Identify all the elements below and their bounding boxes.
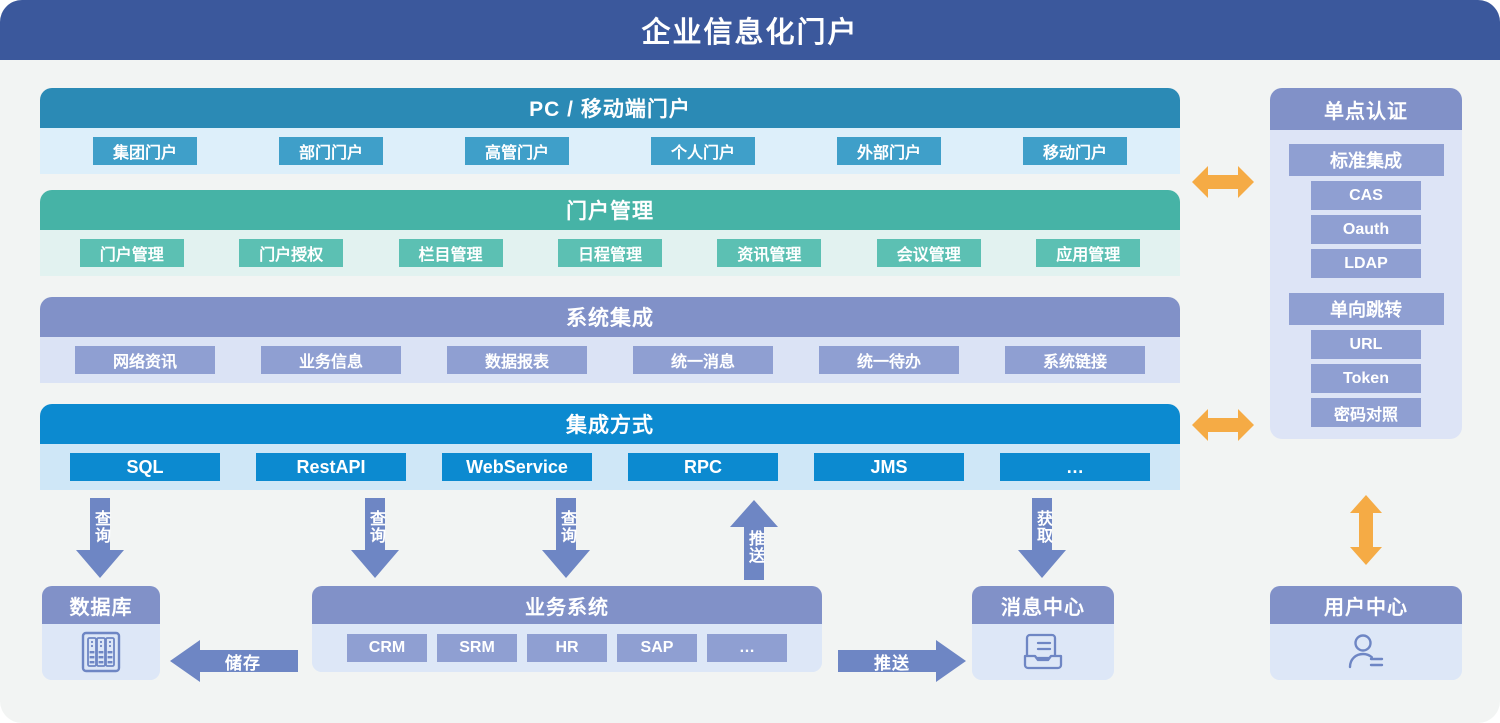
page-title: 企业信息化门户 — [641, 17, 859, 49]
sso-group-redirect[interactable]: 单向跳转 — [1288, 293, 1444, 325]
arrow-query-database-label-wrap: 查询 — [72, 498, 128, 578]
sso-panel-body: 标准集成 CAS Oauth LDAP 单向跳转 URL Token 密码对照 — [1270, 130, 1462, 439]
chip-integration-2[interactable]: WebService — [442, 453, 592, 481]
chip-business-more[interactable]: … — [707, 634, 787, 662]
chip-portal-1[interactable]: 部门门户 — [279, 137, 383, 165]
chip-manage-1[interactable]: 门户授权 — [239, 239, 344, 267]
sso-panel-title: 单点认证 — [1270, 88, 1462, 130]
arrow-query-business-1-label-wrap: 查询 — [347, 498, 403, 578]
entity-database-title: 数据库 — [42, 586, 160, 624]
arrow-query-business-1-label: 查询 — [367, 510, 384, 544]
entity-message-center-title: 消息中心 — [972, 586, 1114, 624]
arrow-push-right-label-wrap: 推送 — [838, 640, 966, 682]
arrow-fetch-message-label: 获取 — [1034, 510, 1051, 544]
layer-integration-method-title: 集成方式 — [40, 404, 1180, 444]
sso-item-oauth[interactable]: Oauth — [1311, 215, 1421, 244]
layer-integration-method-chips: SQL RestAPI WebService RPC JMS … — [40, 444, 1180, 490]
inbox-message-icon — [1021, 624, 1065, 680]
entity-user-center[interactable]: 用户中心 — [1270, 586, 1462, 680]
arrow-query-database-label: 查询 — [92, 510, 109, 544]
chip-integration-1[interactable]: RestAPI — [256, 453, 406, 481]
arrow-push-up-business-label-wrap: 推送 — [728, 500, 780, 580]
arrow-push-right-label: 推送 — [874, 653, 910, 673]
sso-panel: 单点认证 标准集成 CAS Oauth LDAP 单向跳转 URL Token … — [1270, 88, 1462, 439]
chip-manage-2[interactable]: 栏目管理 — [398, 239, 503, 267]
chip-manage-4[interactable]: 资讯管理 — [717, 239, 822, 267]
entity-user-center-body — [1270, 624, 1462, 680]
chip-portal-3[interactable]: 个人门户 — [651, 137, 755, 165]
chip-portal-4[interactable]: 外部门户 — [837, 137, 941, 165]
entity-business-system-title: 业务系统 — [312, 586, 822, 624]
database-rack-icon — [81, 624, 121, 680]
layer-portal-chips: 集团门户 部门门户 高管门户 个人门户 外部门户 移动门户 — [40, 128, 1180, 174]
chip-integration-0[interactable]: SQL — [70, 453, 220, 481]
bidirectional-arrow-icon-portal-sso — [1192, 166, 1254, 198]
entity-user-center-title: 用户中心 — [1270, 586, 1462, 624]
sso-item-cas[interactable]: CAS — [1311, 181, 1421, 210]
chip-portal-5[interactable]: 移动门户 — [1023, 137, 1127, 165]
arrow-push-up-business-label: 推送 — [746, 530, 763, 564]
layer-system-integration-chips: 网络资讯 业务信息 数据报表 统一消息 统一待办 系统链接 — [40, 337, 1180, 383]
chip-manage-0[interactable]: 门户管理 — [79, 239, 184, 267]
layer-system-integration: 系统集成 网络资讯 业务信息 数据报表 统一消息 统一待办 系统链接 — [40, 297, 1180, 383]
chip-portal-0[interactable]: 集团门户 — [93, 137, 197, 165]
chip-integration-3[interactable]: RPC — [628, 453, 778, 481]
user-profile-icon — [1345, 624, 1387, 680]
chip-integration-4[interactable]: JMS — [814, 453, 964, 481]
sso-item-token[interactable]: Token — [1311, 364, 1421, 393]
layer-system-integration-title: 系统集成 — [40, 297, 1180, 337]
chip-manage-3[interactable]: 日程管理 — [557, 239, 662, 267]
chip-sysint-0[interactable]: 网络资讯 — [75, 346, 215, 374]
arrow-store-label: 储存 — [225, 653, 261, 673]
chip-sysint-5[interactable]: 系统链接 — [1005, 346, 1145, 374]
chip-sysint-1[interactable]: 业务信息 — [261, 346, 401, 374]
chip-sysint-3[interactable]: 统一消息 — [633, 346, 773, 374]
sso-item-ldap[interactable]: LDAP — [1311, 249, 1421, 278]
entity-database[interactable]: 数据库 — [42, 586, 160, 680]
diagram-canvas: 企业信息化门户 PC / 移动端门户 集团门户 部门门户 高管门户 个人门户 外… — [0, 0, 1500, 723]
chip-sysint-2[interactable]: 数据报表 — [447, 346, 587, 374]
arrow-query-business-2-label-wrap: 查询 — [538, 498, 594, 578]
chip-portal-2[interactable]: 高管门户 — [465, 137, 569, 165]
layer-portal: PC / 移动端门户 集团门户 部门门户 高管门户 个人门户 外部门户 移动门户 — [40, 88, 1180, 174]
entity-message-center-body — [972, 624, 1114, 680]
entity-message-center[interactable]: 消息中心 — [972, 586, 1114, 680]
entity-business-system-body: CRM SRM HR SAP … — [312, 624, 822, 672]
layer-portal-management: 门户管理 门户管理 门户授权 栏目管理 日程管理 资讯管理 会议管理 应用管理 — [40, 190, 1180, 276]
layer-portal-title: PC / 移动端门户 — [40, 88, 1180, 128]
chip-manage-6[interactable]: 应用管理 — [1036, 239, 1141, 267]
entity-database-body — [42, 624, 160, 680]
layer-portal-management-title: 门户管理 — [40, 190, 1180, 230]
chip-sysint-4[interactable]: 统一待办 — [819, 346, 959, 374]
arrow-query-business-2-label: 查询 — [558, 510, 575, 544]
chip-business-crm[interactable]: CRM — [347, 634, 427, 662]
bidirectional-arrow-icon-integration-sso — [1192, 409, 1254, 441]
entity-business-system[interactable]: 业务系统 CRM SRM HR SAP … — [312, 586, 822, 672]
chip-manage-5[interactable]: 会议管理 — [876, 239, 981, 267]
sso-item-url[interactable]: URL — [1311, 330, 1421, 359]
chip-integration-5[interactable]: … — [1000, 453, 1150, 481]
sso-group-standard[interactable]: 标准集成 — [1288, 144, 1444, 176]
layer-integration-method: 集成方式 SQL RestAPI WebService RPC JMS … — [40, 404, 1180, 490]
layer-portal-management-chips: 门户管理 门户授权 栏目管理 日程管理 资讯管理 会议管理 应用管理 — [40, 230, 1180, 276]
arrow-fetch-message-label-wrap: 获取 — [1014, 498, 1070, 578]
chip-business-sap[interactable]: SAP — [617, 634, 697, 662]
sso-item-password-compare[interactable]: 密码对照 — [1311, 398, 1421, 427]
bidirectional-arrow-icon-sso-user — [1350, 495, 1382, 565]
chip-business-hr[interactable]: HR — [527, 634, 607, 662]
arrow-store-label-wrap: 储存 — [170, 640, 298, 682]
entity-business-system-chips: CRM SRM HR SAP … — [333, 624, 801, 672]
page-header: 企业信息化门户 — [0, 0, 1500, 60]
chip-business-srm[interactable]: SRM — [437, 634, 517, 662]
